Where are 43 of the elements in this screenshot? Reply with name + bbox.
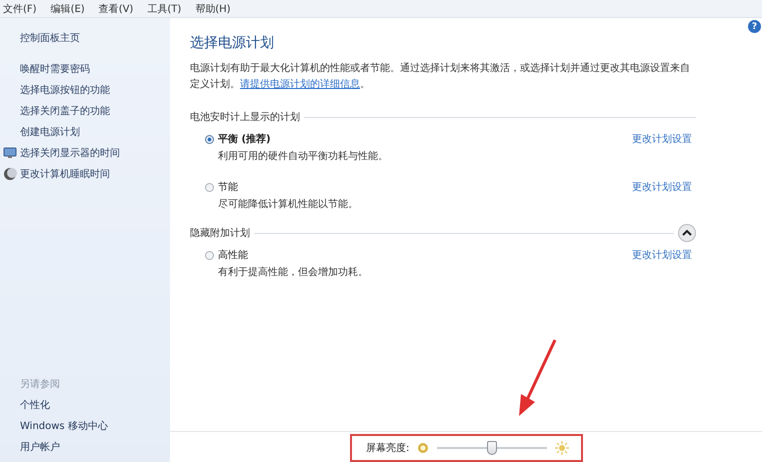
bright-sun-icon	[555, 441, 570, 455]
radio-button[interactable]	[205, 250, 214, 260]
menu-item[interactable]: 文件(F)	[3, 2, 37, 16]
section-heading: 隐藏附加计划	[190, 226, 250, 240]
plan-description: 利用可用的硬件自动平衡功耗与性能。	[217, 150, 389, 163]
sidebar-link[interactable]: 唤醒时需要密码	[20, 62, 90, 76]
plan-name: 平衡 (推荐)	[218, 132, 271, 146]
help-button[interactable]: ?	[748, 20, 761, 33]
see-also-link[interactable]: Windows 移动中心	[20, 419, 170, 433]
menu-item[interactable]: 查看(V)	[98, 2, 134, 16]
slider-thumb[interactable]	[487, 441, 498, 455]
see-also-link[interactable]: 用户帐户	[20, 440, 170, 454]
menu-item[interactable]: 帮助(H)	[195, 2, 231, 16]
plan-name: 节能	[218, 180, 238, 194]
change-settings-link[interactable]: 更改计划设置	[632, 248, 692, 262]
plan-description: 尽可能降低计算机性能以节能。	[217, 198, 359, 211]
monitor-icon	[3, 147, 17, 159]
chevron-icon	[682, 229, 692, 237]
sidebar-link[interactable]: 选择关闭盖子的功能	[20, 104, 110, 118]
brightness-slider[interactable]	[437, 440, 548, 456]
sidebar-link[interactable]: 控制面板主页	[20, 31, 170, 45]
sidebar-link[interactable]: 选择电源按钮的功能	[20, 83, 110, 97]
see-also-heading: 另请参阅	[20, 378, 61, 391]
details-link[interactable]: 请提供电源计划的详细信息	[240, 79, 360, 90]
dim-sun-icon	[417, 442, 430, 454]
section-heading: 电池安时计上显示的计划	[190, 110, 300, 124]
page-title: 选择电源计划	[190, 34, 275, 52]
radio-button[interactable]	[205, 182, 214, 192]
menu-item[interactable]: 工具(T)	[147, 2, 182, 16]
sidebar-link[interactable]: 选择关闭显示器的时间	[20, 146, 120, 160]
description: 电源计划有助于最大化计算机的性能或者节能。通过选择计划来将其激活，或选择计划并通过更改其电源设置来自定义计划。请提供电源计划的详细信息。	[190, 62, 691, 92]
change-settings-link[interactable]: 更改计划设置	[632, 132, 692, 146]
sidebar-link[interactable]: 创建电源计划	[20, 125, 80, 139]
see-also-link[interactable]: 个性化	[20, 398, 170, 412]
sidebar-link[interactable]: 更改计算机睡眠时间	[20, 167, 110, 181]
plan-name: 高性能	[218, 248, 248, 262]
plan-description: 有利于提高性能，但会增加功耗。	[217, 266, 369, 279]
radio-button[interactable]	[205, 134, 214, 144]
moon-icon	[3, 167, 17, 181]
change-settings-link[interactable]: 更改计划设置	[632, 180, 692, 194]
brightness-label: 屏幕亮度:	[366, 442, 410, 455]
menu-item[interactable]: 编辑(E)	[50, 2, 85, 16]
collapse-button[interactable]	[678, 224, 696, 242]
